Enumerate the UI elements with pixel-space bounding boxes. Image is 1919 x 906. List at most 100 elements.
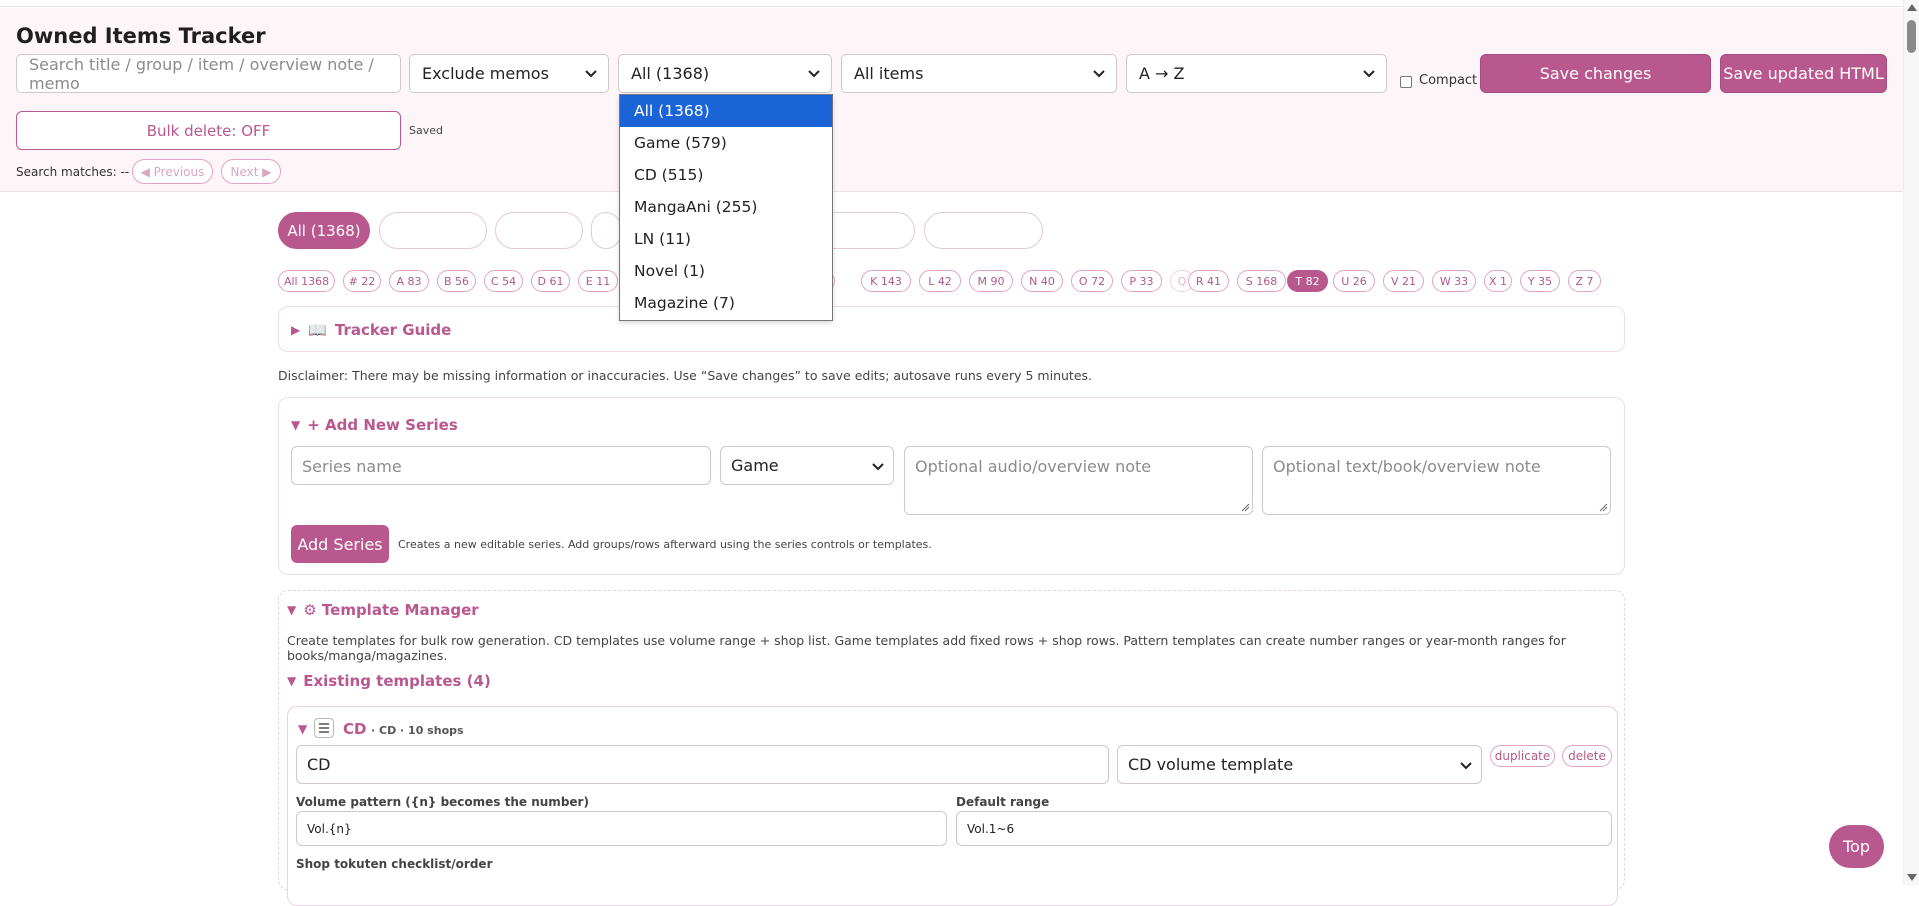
letter-chip[interactable]: S 168 (1237, 270, 1286, 292)
letter-chip[interactable]: All 1368 (278, 270, 335, 292)
series-name-input[interactable]: Series name (291, 446, 711, 485)
existing-templates-title: Existing templates (4) (303, 672, 491, 690)
book-icon: 📖 (308, 321, 327, 339)
caret-down-icon: ▼ (287, 674, 297, 688)
chevron-down-icon (871, 459, 885, 478)
header: Owned Items Tracker Search title / group… (0, 8, 1903, 192)
chevron-down-icon (1362, 67, 1376, 81)
template-name: CD (343, 720, 367, 738)
memo-filter-value: Exclude memos (422, 64, 549, 83)
dropdown-option[interactable]: LN (11) (620, 223, 832, 255)
previous-match-button[interactable]: ◀ Previous (132, 159, 213, 184)
app-title: Owned Items Tracker (16, 24, 266, 48)
category-filter-value: All (1368) (631, 64, 710, 83)
letter-chip[interactable]: # 22 (343, 270, 381, 292)
letter-chip[interactable]: E 11 (578, 270, 618, 292)
chevron-down-icon (1459, 758, 1473, 777)
letter-chip[interactable]: L 42 (919, 270, 961, 292)
letter-chip[interactable]: R 41 (1188, 270, 1229, 292)
template-manager-panel: ▼ ⚙ Template Manager Create templates fo… (278, 590, 1625, 906)
text-note-textarea[interactable]: Optional text/book/overview note (1262, 446, 1611, 515)
letter-chip[interactable]: N 40 (1021, 270, 1063, 292)
template-type-select[interactable]: CD volume template (1117, 745, 1482, 784)
letter-chip[interactable]: K 143 (861, 270, 911, 292)
memo-filter-select[interactable]: Exclude memos (409, 54, 609, 93)
scroll-down-arrow-icon[interactable] (1907, 874, 1917, 881)
add-series-panel: ▼ + Add New Series Series name Game Opti… (278, 397, 1625, 575)
guide-title: Tracker Guide (334, 321, 452, 339)
existing-templates-header[interactable]: ▼ Existing templates (4) (287, 672, 491, 690)
letter-chip[interactable]: D 61 (531, 270, 570, 292)
letter-chip-active[interactable]: T 82 (1287, 270, 1328, 292)
tab-category[interactable] (924, 212, 1043, 249)
chevron-down-icon (807, 67, 821, 81)
template-type-value: CD volume template (1128, 755, 1294, 774)
add-series-button[interactable]: Add Series (291, 525, 389, 563)
audio-note-textarea[interactable]: Optional audio/overview note (904, 446, 1253, 515)
sort-value: A → Z (1139, 64, 1185, 83)
template-manager-description: Create templates for bulk row generation… (287, 633, 1566, 663)
template-manager-header[interactable]: ▼ ⚙ Template Manager (287, 601, 479, 619)
save-html-button[interactable]: Save updated HTML (1720, 54, 1887, 93)
template-name-input[interactable]: CD (296, 745, 1109, 784)
letter-chip[interactable]: U 26 (1333, 270, 1375, 292)
drag-handle-icon[interactable] (314, 718, 334, 738)
volume-pattern-input[interactable]: Vol.{n} (296, 811, 947, 846)
dropdown-option[interactable]: MangaAni (255) (620, 191, 832, 223)
compact-checkbox[interactable] (1400, 76, 1412, 88)
bulk-delete-toggle[interactable]: Bulk delete: OFF (16, 111, 401, 150)
caret-right-icon: ▶ (291, 323, 301, 337)
dropdown-option[interactable]: CD (515) (620, 159, 832, 191)
top-border (0, 0, 1903, 7)
save-changes-button[interactable]: Save changes (1480, 54, 1711, 93)
category-dropdown-list: All (1368) Game (579) CD (515) MangaAni … (619, 94, 833, 321)
item-filter-select[interactable]: All items (841, 54, 1117, 93)
tracker-guide-panel[interactable]: ▶ 📖 Tracker Guide (278, 306, 1625, 352)
template-card: ▼ CD · CD · 10 shops CD CD volume templa… (287, 706, 1618, 906)
letter-chip[interactable]: V 21 (1383, 270, 1424, 292)
next-match-button[interactable]: Next ▶ (221, 159, 281, 184)
add-series-header[interactable]: ▼ + Add New Series (291, 416, 458, 434)
tab-category[interactable] (591, 212, 621, 249)
letter-chip[interactable]: W 33 (1432, 270, 1476, 292)
letter-chip[interactable]: A 83 (389, 270, 429, 292)
sort-select[interactable]: A → Z (1126, 54, 1387, 93)
template-name-value: CD (307, 755, 331, 774)
text-note-placeholder: Optional text/book/overview note (1273, 457, 1541, 476)
tab-category[interactable] (495, 212, 583, 249)
dropdown-option[interactable]: Magazine (7) (620, 287, 832, 319)
tab-all[interactable]: All (1368) (278, 212, 370, 249)
dropdown-option[interactable]: All (1368) (620, 95, 832, 127)
save-status: Saved (409, 124, 443, 137)
add-series-hint: Creates a new editable series. Add group… (398, 538, 932, 551)
audio-note-placeholder: Optional audio/overview note (915, 457, 1152, 476)
template-manager-title: ⚙ Template Manager (303, 601, 479, 619)
tab-category[interactable] (379, 212, 487, 249)
caret-down-icon[interactable]: ▼ (298, 722, 307, 736)
delete-button[interactable]: delete (1562, 745, 1612, 767)
page-scrollbar[interactable] (1903, 0, 1919, 885)
scroll-to-top-button[interactable]: Top (1829, 825, 1884, 868)
letter-chip[interactable]: B 56 (437, 270, 476, 292)
guide-header[interactable]: ▶ 📖 Tracker Guide (291, 321, 451, 339)
item-filter-value: All items (854, 64, 924, 83)
letter-chip[interactable]: O 72 (1071, 270, 1113, 292)
caret-down-icon: ▼ (291, 418, 301, 432)
letter-chip[interactable]: Y 35 (1520, 270, 1560, 292)
letter-chip[interactable]: X 1 (1484, 270, 1512, 292)
letter-chip[interactable]: C 54 (484, 270, 523, 292)
scroll-up-arrow-icon[interactable] (1907, 4, 1917, 11)
series-type-value: Game (731, 456, 779, 475)
dropdown-option[interactable]: Novel (1) (620, 255, 832, 287)
default-range-input[interactable]: Vol.1~6 (956, 811, 1612, 846)
dropdown-option[interactable]: Game (579) (620, 127, 832, 159)
search-input[interactable]: Search title / group / item / overview n… (16, 54, 401, 93)
scrollbar-thumb[interactable] (1907, 20, 1916, 53)
letter-chip[interactable]: Z 7 (1568, 270, 1601, 292)
letter-chip[interactable]: M 90 (969, 270, 1013, 292)
letter-chip[interactable]: P 33 (1121, 270, 1162, 292)
resize-grip-icon (1241, 503, 1250, 512)
series-type-select[interactable]: Game (720, 446, 894, 485)
duplicate-button[interactable]: duplicate (1490, 745, 1555, 767)
category-filter-select[interactable]: All (1368) (618, 54, 832, 93)
